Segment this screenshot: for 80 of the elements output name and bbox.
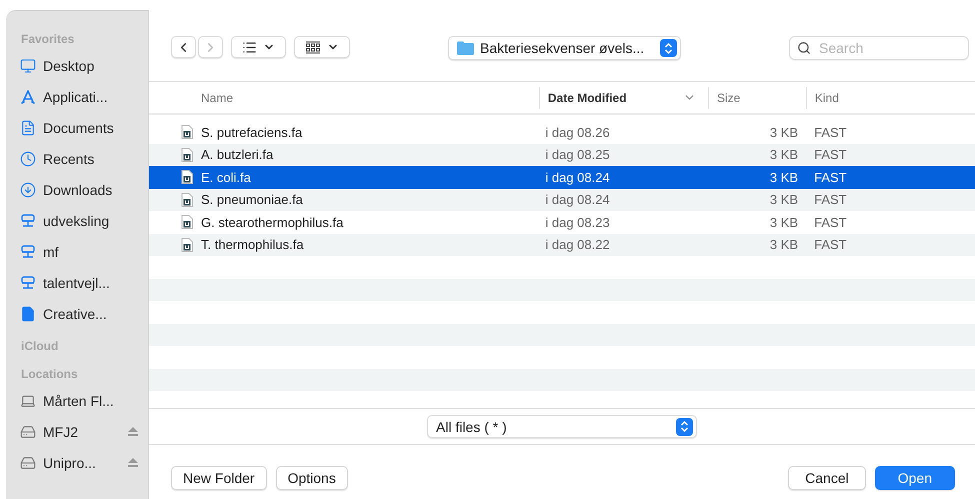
- search-field[interactable]: Search: [789, 36, 969, 60]
- kind-cell: FAST: [814, 192, 847, 208]
- sidebar-item[interactable]: udveksling: [6, 205, 148, 236]
- grid-view-button[interactable]: [294, 36, 350, 58]
- file-icon: [181, 215, 193, 230]
- date-cell: i dag 08.24: [545, 170, 610, 185]
- file-type-popup[interactable]: All files ( * ): [427, 415, 697, 438]
- file-icon: [181, 170, 193, 184]
- drive-icon: [20, 424, 36, 440]
- file-icon: [181, 238, 193, 252]
- folder-icon: [457, 41, 474, 55]
- footer-button[interactable]: Options: [276, 466, 348, 490]
- file-row[interactable]: E. coli.fa i dag 08.24 3 KB FAST: [149, 166, 975, 188]
- sidebar-item[interactable]: talentvejl...: [6, 267, 148, 298]
- sidebar-item[interactable]: Documents: [6, 112, 148, 143]
- size-cell: 3 KB: [770, 192, 798, 208]
- file-row[interactable]: S. pneumoniae.fa i dag 08.24 3 KB FAST: [149, 188, 975, 211]
- network-drive-icon: [20, 274, 36, 290]
- network-drive-icon: [20, 212, 36, 228]
- stepper-icon: [660, 39, 677, 57]
- kind-cell: FAST: [814, 170, 847, 185]
- desktop-icon: [20, 58, 36, 74]
- size-cell: 3 KB: [770, 170, 798, 185]
- sidebar-item[interactable]: Applicati...: [6, 81, 148, 112]
- sidebar-item[interactable]: Mårten Fl...: [6, 385, 148, 416]
- date-cell: i dag 08.22: [545, 237, 610, 252]
- file-name: S. pneumoniae.fa: [201, 192, 303, 208]
- sidebar-section-title: iCloud: [20, 339, 60, 355]
- file-icon: [181, 192, 193, 207]
- column-header[interactable]: Date Modified: [538, 86, 708, 108]
- grid-view-icon: [305, 40, 321, 54]
- file-icon: [181, 148, 193, 162]
- file-name: S. putrefaciens.fa: [201, 124, 302, 140]
- list-icon: [242, 40, 257, 54]
- sidebar-section-title: Locations: [20, 367, 79, 383]
- footer-button[interactable]: New Folder: [171, 466, 267, 490]
- column-header[interactable]: Kind: [806, 86, 975, 108]
- file-row[interactable]: A. butzleri.fa i dag 08.25 3 KB FAST: [149, 144, 975, 166]
- list-view-button[interactable]: [231, 36, 286, 58]
- date-cell: i dag 08.23: [545, 214, 610, 230]
- file-name: T. thermophilus.fa: [201, 237, 304, 252]
- drive-icon: [20, 454, 36, 470]
- document-icon: [20, 120, 36, 136]
- applications-icon: [20, 88, 36, 104]
- date-cell: i dag 08.24: [545, 192, 610, 208]
- size-cell: 3 KB: [770, 124, 798, 140]
- size-cell: 3 KB: [770, 214, 798, 230]
- column-header[interactable]: Size: [708, 86, 806, 108]
- search-icon: [797, 41, 811, 55]
- file-name: E. coli.fa: [201, 170, 251, 185]
- open-button[interactable]: Open: [874, 466, 955, 490]
- file-icon: [181, 125, 193, 140]
- clock-icon: [20, 150, 36, 166]
- sidebar-item[interactable]: Recents: [6, 143, 148, 174]
- date-cell: i dag 08.26: [545, 124, 610, 140]
- size-cell: 3 KB: [770, 147, 798, 162]
- network-drive-icon: [20, 244, 36, 260]
- sidebar-item[interactable]: Unipro...: [6, 447, 148, 478]
- kind-cell: FAST: [814, 124, 847, 140]
- file-icon: [20, 306, 36, 322]
- column-header[interactable]: Name: [149, 86, 539, 108]
- sidebar-item[interactable]: MFJ2: [6, 416, 148, 447]
- download-icon: [20, 182, 36, 198]
- sidebar-item[interactable]: Desktop: [6, 50, 148, 81]
- kind-cell: FAST: [814, 237, 847, 252]
- sidebar-item[interactable]: Downloads: [6, 174, 148, 205]
- kind-cell: FAST: [814, 214, 847, 230]
- file-name: G. stearothermophilus.fa: [201, 214, 344, 230]
- sidebar-section-title: Favorites: [20, 32, 76, 48]
- cancel-button[interactable]: Cancel: [788, 466, 866, 490]
- file-row[interactable]: T. thermophilus.fa i dag 08.22 3 KB FAST: [149, 234, 975, 256]
- size-cell: 3 KB: [770, 237, 798, 252]
- date-cell: i dag 08.25: [545, 147, 610, 162]
- back-button[interactable]: [171, 36, 196, 58]
- sidebar-item[interactable]: mf: [6, 236, 148, 267]
- stepper-icon: [676, 418, 693, 436]
- location-popup[interactable]: Bakteriesekvenser øvels...: [448, 36, 681, 60]
- file-name: A. butzleri.fa: [201, 147, 274, 162]
- kind-cell: FAST: [814, 147, 847, 162]
- sidebar-item[interactable]: Creative...: [6, 298, 148, 329]
